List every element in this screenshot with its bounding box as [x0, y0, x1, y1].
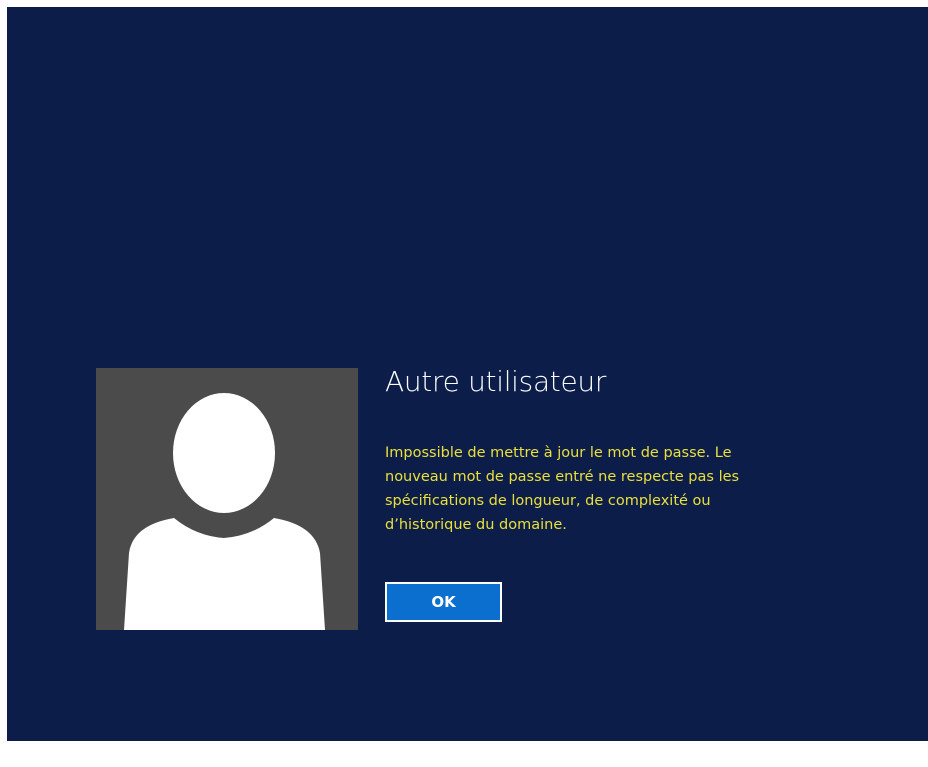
- user-name: Autre utilisateur: [385, 365, 607, 398]
- lock-screen: Autre utilisateur Impossible de mettre à…: [7, 7, 928, 741]
- ok-button[interactable]: OK: [385, 582, 502, 622]
- error-message: Impossible de mettre à jour le mot de pa…: [385, 445, 740, 533]
- user-avatar: [96, 368, 358, 630]
- user-silhouette-icon: [124, 393, 325, 630]
